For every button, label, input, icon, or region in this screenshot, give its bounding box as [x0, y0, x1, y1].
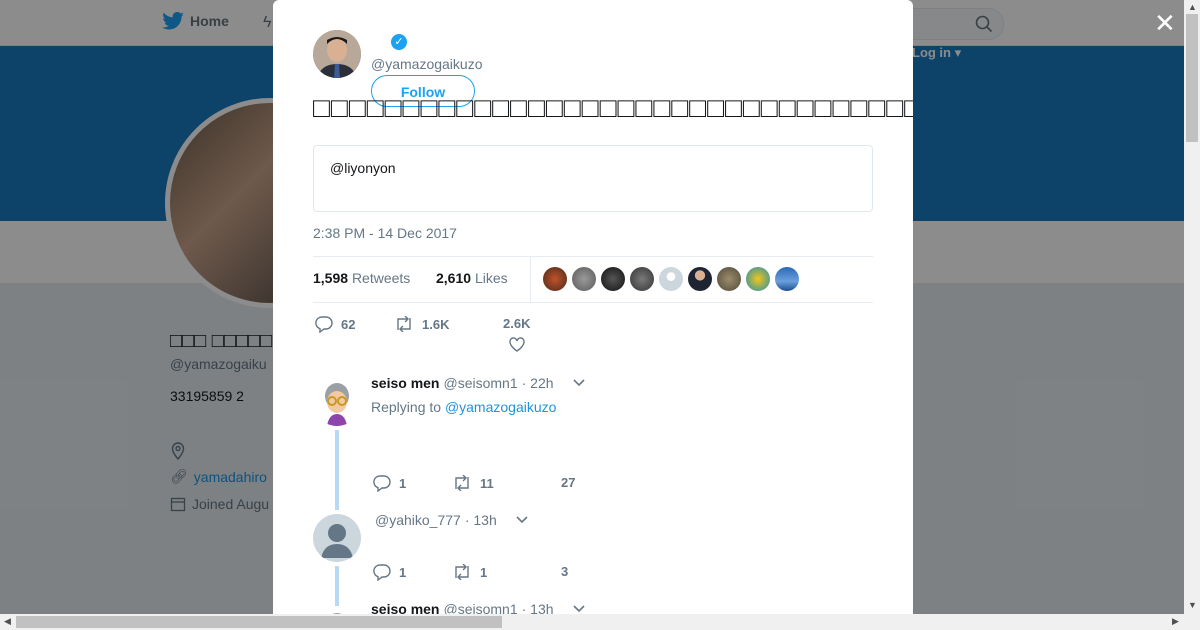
scroll-left-arrow-icon[interactable]: ◀ [4, 616, 11, 627]
retweet-icon [455, 475, 469, 491]
reply-tweet[interactable]: @yahiko_777 · 13h 1 1 3 [313, 512, 873, 606]
replying-to-link[interactable]: @yamazogaikuzo [445, 399, 557, 415]
scroll-down-arrow-icon[interactable]: ▼ [1188, 600, 1197, 610]
retweet-count: 11 [480, 475, 494, 491]
reply-icon [315, 316, 333, 333]
liker-avatar[interactable] [659, 267, 683, 291]
replying-to: Replying to @yamazogaikuzo [371, 399, 556, 415]
replying-to-prefix: Replying to [371, 399, 442, 415]
reply-count: 62 [341, 317, 356, 332]
reply-icon [373, 564, 391, 581]
liker-avatar[interactable] [543, 267, 567, 291]
retweet-icon [397, 316, 411, 332]
reply-header: @yahiko_777 · 13h [375, 512, 529, 528]
thread-line [335, 566, 339, 606]
tweet-modal: ✓ @yamazogaikuzo Follow □□□□□□□□□□□□□□□□… [273, 0, 913, 614]
tweet-timestamp[interactable]: 2:38 PM - 14 Dec 2017 [313, 225, 457, 241]
retweet-count: 1.6K [422, 316, 450, 332]
liker-avatar[interactable] [775, 267, 799, 291]
retweet-icon [455, 564, 469, 580]
like-button[interactable]: 27 [561, 475, 575, 490]
reply-button[interactable]: 1 [373, 564, 406, 581]
quoted-tweet-text: @liyonyon [330, 160, 396, 176]
stats-divider [530, 257, 531, 302]
reply-time[interactable]: · 13h [465, 512, 497, 528]
reply-author-handle[interactable]: @seisomn1 [443, 375, 517, 391]
like-count: 2.6K [503, 316, 531, 331]
chevron-down-icon[interactable] [572, 378, 586, 388]
reply-author-name[interactable]: seiso men [371, 601, 439, 614]
reply-author-handle[interactable]: @seisomn1 [443, 601, 517, 614]
horizontal-scrollbar[interactable]: ◀ ▶ [0, 614, 1200, 630]
liker-avatar[interactable] [688, 267, 712, 291]
quoted-tweet[interactable]: @liyonyon [313, 145, 873, 212]
reply-author-handle[interactable]: @yahiko_777 [375, 512, 461, 528]
reply-time[interactable]: · 13h [522, 601, 554, 614]
reply-author-name[interactable]: seiso men [371, 375, 439, 391]
likes-count: 2,610 [436, 270, 472, 286]
chevron-down-icon[interactable] [572, 604, 586, 614]
reply-tweet[interactable]: seiso men @seisomn1 · 22h Replying to @y… [313, 375, 873, 510]
like-button[interactable]: 3 [561, 564, 568, 579]
liker-avatars [543, 267, 799, 291]
tweet-stats: 1,598 Retweets 2,610 Likes [313, 256, 873, 303]
retweet-button[interactable]: 1.6K [394, 316, 449, 332]
likes-stat-label: Likes [474, 270, 508, 286]
author-avatar[interactable] [313, 30, 361, 78]
reply-count: 1 [399, 565, 407, 580]
like-button[interactable]: 2.6K [503, 316, 530, 352]
vertical-scroll-thumb[interactable] [1186, 14, 1198, 142]
reply-avatar[interactable] [313, 378, 361, 426]
scroll-up-arrow-icon[interactable]: ▲ [1188, 2, 1197, 12]
retweets-count: 1,598 [313, 270, 349, 286]
liker-avatar[interactable] [746, 267, 770, 291]
horizontal-scroll-thumb[interactable] [16, 616, 502, 628]
reply-icon [373, 475, 391, 492]
reply-tweet[interactable]: seiso men @seisomn1 · 13h [313, 601, 873, 614]
retweet-button[interactable]: 1 [452, 564, 487, 580]
close-icon[interactable]: ✕ [1154, 10, 1176, 36]
retweets-stat[interactable]: 1,598 Retweets [313, 270, 410, 286]
liker-avatar[interactable] [630, 267, 654, 291]
vertical-scrollbar[interactable]: ▲ ▼ [1184, 0, 1200, 614]
chevron-down-icon[interactable] [515, 515, 529, 525]
tweet-text: □□□□□□□□□□□□□□□□□□□□□□□□□□□□□□□□□□□□□□□□… [313, 92, 913, 123]
retweets-stat-label: Retweets [351, 270, 411, 286]
liker-avatar[interactable] [717, 267, 741, 291]
reply-header: seiso men @seisomn1 · 13h [371, 601, 586, 614]
retweet-button[interactable]: 11 [452, 475, 494, 491]
like-count: 27 [561, 475, 576, 490]
liker-avatar[interactable] [572, 267, 596, 291]
liker-avatar[interactable] [601, 267, 625, 291]
heart-icon [509, 337, 525, 352]
reply-count: 1 [399, 476, 407, 491]
likes-stat[interactable]: 2,610 Likes [436, 270, 508, 286]
verified-badge-icon: ✓ [391, 34, 407, 50]
reply-time[interactable]: · 22h [522, 375, 554, 391]
like-count: 3 [561, 564, 569, 579]
reply-button[interactable]: 1 [373, 475, 406, 492]
reply-button[interactable]: 62 [315, 316, 355, 333]
author-handle[interactable]: @yamazogaikuzo [371, 56, 483, 72]
reply-avatar[interactable] [313, 514, 361, 562]
reply-header: seiso men @seisomn1 · 22h [371, 375, 586, 391]
retweet-count: 1 [480, 564, 488, 580]
scroll-right-arrow-icon[interactable]: ▶ [1172, 616, 1179, 627]
thread-line [335, 430, 339, 510]
